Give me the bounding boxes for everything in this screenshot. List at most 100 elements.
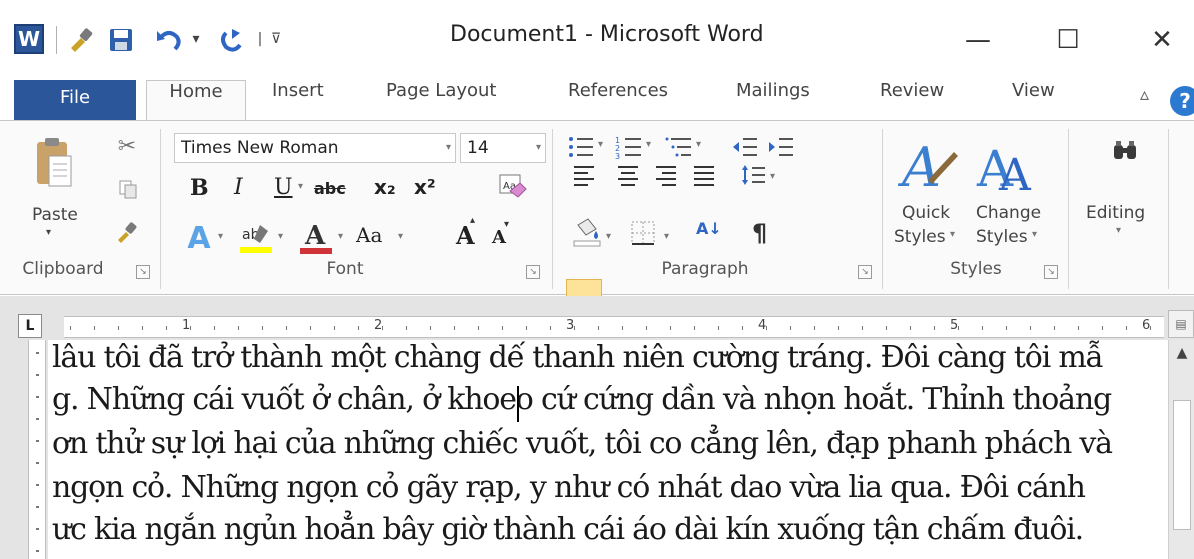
cut-icon[interactable]: ✂	[114, 133, 140, 159]
binoculars-icon[interactable]	[1110, 135, 1140, 165]
document-text-line[interactable]: ưc kia ngắn ngủn hoẳn bây giờ thành cái …	[52, 512, 1084, 547]
horizontal-ruler[interactable]: 1 2 3 4 5 6	[64, 316, 1164, 338]
tab-insert[interactable]: Insert	[272, 80, 324, 120]
change-styles-icon[interactable]: AA	[972, 131, 1044, 197]
view-ruler-toggle-icon[interactable]: ▤	[1168, 310, 1194, 338]
clipboard-launcher-icon[interactable]: ↘	[136, 265, 150, 279]
tab-home[interactable]: Home	[146, 80, 246, 122]
maximize-button[interactable]: ☐	[1044, 20, 1092, 60]
scroll-up-icon[interactable]: ▲	[1169, 340, 1194, 366]
help-icon[interactable]: ?	[1170, 86, 1194, 116]
numbering-dropdown-icon[interactable]: ▾	[646, 139, 651, 150]
text-effects-icon[interactable]: A	[182, 221, 216, 256]
quick-styles-label-2[interactable]: Styles	[894, 227, 946, 247]
font-color-dropdown-icon[interactable]: ▾	[338, 231, 343, 242]
ruler-tick	[36, 374, 39, 376]
font-size-dropdown-icon[interactable]: ▾	[536, 134, 541, 162]
shading-icon[interactable]	[570, 215, 604, 249]
undo-dropdown-icon[interactable]: ▾	[188, 24, 204, 54]
borders-icon[interactable]	[626, 217, 660, 249]
word-app-icon[interactable]: W	[14, 24, 44, 54]
highlight-icon[interactable]: ab	[236, 219, 276, 257]
scroll-thumb[interactable]	[1173, 400, 1191, 530]
document-text-line[interactable]: ơn thử sự lợi hại của những chiếc vuốt, …	[52, 426, 1113, 461]
format-painter-quick-icon[interactable]	[64, 22, 98, 58]
tab-file[interactable]: File	[14, 80, 136, 120]
copy-icon[interactable]	[116, 177, 140, 201]
highlight-dropdown-icon[interactable]: ▾	[278, 231, 283, 242]
tab-selector[interactable]: L	[18, 314, 42, 338]
numbering-icon[interactable]: 123	[614, 133, 644, 161]
clear-formatting-icon[interactable]: Aa	[494, 169, 530, 203]
font-color-icon[interactable]: A	[296, 217, 336, 257]
vertical-scrollbar[interactable]: ▲	[1168, 340, 1194, 559]
increase-indent-icon[interactable]	[766, 133, 796, 161]
change-case-button[interactable]: Aa	[356, 223, 382, 247]
line-spacing-dropdown-icon[interactable]: ▾	[770, 171, 775, 182]
paragraph-launcher-icon[interactable]: ↘	[858, 265, 872, 279]
underline-dropdown-icon[interactable]: ▾	[298, 181, 303, 192]
multilevel-list-icon[interactable]	[664, 133, 694, 161]
ribbon-tab-row: File Home Insert Page Layout References …	[0, 80, 1194, 122]
change-styles-dropdown-icon[interactable]: ▾	[1032, 229, 1037, 240]
decrease-indent-icon[interactable]	[730, 133, 760, 161]
borders-dropdown-icon[interactable]: ▾	[664, 231, 669, 242]
bullets-icon[interactable]	[566, 133, 596, 161]
styles-launcher-icon[interactable]: ↘	[1044, 265, 1058, 279]
format-painter-icon[interactable]	[114, 219, 140, 245]
document-page[interactable]: lâu tôi đã trở thành một chàng dế thanh …	[48, 340, 1168, 559]
vertical-ruler[interactable]	[28, 340, 46, 559]
bold-button[interactable]: B	[190, 175, 209, 201]
close-button[interactable]: ✕	[1138, 20, 1186, 60]
collapse-ribbon-icon[interactable]: ▵	[1140, 84, 1149, 105]
minimize-button[interactable]: —	[954, 20, 1002, 60]
paste-button[interactable]: Paste	[32, 205, 78, 225]
customize-quick-access-icon[interactable]: ⊽	[268, 24, 284, 54]
font-size-combo[interactable]: 14 ▾	[460, 133, 546, 163]
underline-button[interactable]: U	[274, 175, 293, 200]
italic-button[interactable]: I	[234, 175, 243, 200]
quick-styles-label-1[interactable]: Quick	[902, 203, 950, 223]
ruler-tick	[36, 352, 39, 354]
subscript-button[interactable]: x₂	[374, 175, 396, 199]
multilevel-dropdown-icon[interactable]: ▾	[696, 139, 701, 150]
undo-icon[interactable]	[152, 22, 186, 58]
font-name-combo[interactable]: Times New Roman ▾	[174, 133, 456, 163]
font-launcher-icon[interactable]: ↘	[526, 265, 540, 279]
text-effects-dropdown-icon[interactable]: ▾	[218, 231, 223, 242]
bullets-dropdown-icon[interactable]: ▾	[598, 139, 603, 150]
document-text-line[interactable]: lâu tôi đã trở thành một chàng dế thanh …	[52, 340, 1104, 375]
change-case-dropdown-icon[interactable]: ▾	[398, 231, 403, 242]
ruler-tick	[36, 440, 39, 442]
shading-dropdown-icon[interactable]: ▾	[606, 231, 611, 242]
tab-references[interactable]: References	[568, 80, 668, 120]
align-center-icon[interactable]	[612, 159, 644, 191]
shrink-font-button[interactable]: A	[492, 227, 506, 248]
editing-dropdown-icon[interactable]: ▾	[1116, 225, 1121, 236]
paste-icon[interactable]	[30, 131, 76, 193]
change-styles-label-1[interactable]: Change	[976, 203, 1041, 223]
align-left-icon[interactable]	[568, 159, 600, 191]
editing-button[interactable]: Editing	[1086, 203, 1145, 223]
sort-button[interactable]: A↓	[696, 219, 722, 238]
font-name-dropdown-icon[interactable]: ▾	[446, 134, 451, 162]
document-text-line[interactable]: ngọn cỏ. Những ngọn cỏ gãy rạp, y như có…	[52, 470, 1086, 505]
document-text-line[interactable]: g. Những cái vuốt ở chân, ở khoeo cứ cứn…	[52, 382, 1112, 417]
superscript-button[interactable]: x²	[414, 175, 436, 199]
tab-page-layout[interactable]: Page Layout	[386, 80, 497, 120]
change-styles-label-2[interactable]: Styles	[976, 227, 1028, 247]
line-spacing-icon[interactable]	[738, 159, 770, 191]
quick-styles-dropdown-icon[interactable]: ▾	[950, 229, 955, 240]
tab-view[interactable]: View	[1012, 80, 1055, 120]
quick-styles-icon[interactable]: A	[896, 131, 960, 197]
align-right-icon[interactable]	[650, 159, 682, 191]
paste-dropdown-icon[interactable]: ▾	[46, 227, 51, 238]
tab-mailings[interactable]: Mailings	[736, 80, 810, 120]
ruler-tick	[526, 326, 527, 330]
justify-icon[interactable]	[688, 159, 720, 191]
tab-review[interactable]: Review	[880, 80, 944, 120]
show-formatting-marks-button[interactable]: ¶	[752, 219, 767, 247]
save-icon[interactable]	[104, 22, 138, 58]
redo-icon[interactable]	[214, 22, 248, 58]
strikethrough-button[interactable]: abc	[314, 179, 346, 198]
